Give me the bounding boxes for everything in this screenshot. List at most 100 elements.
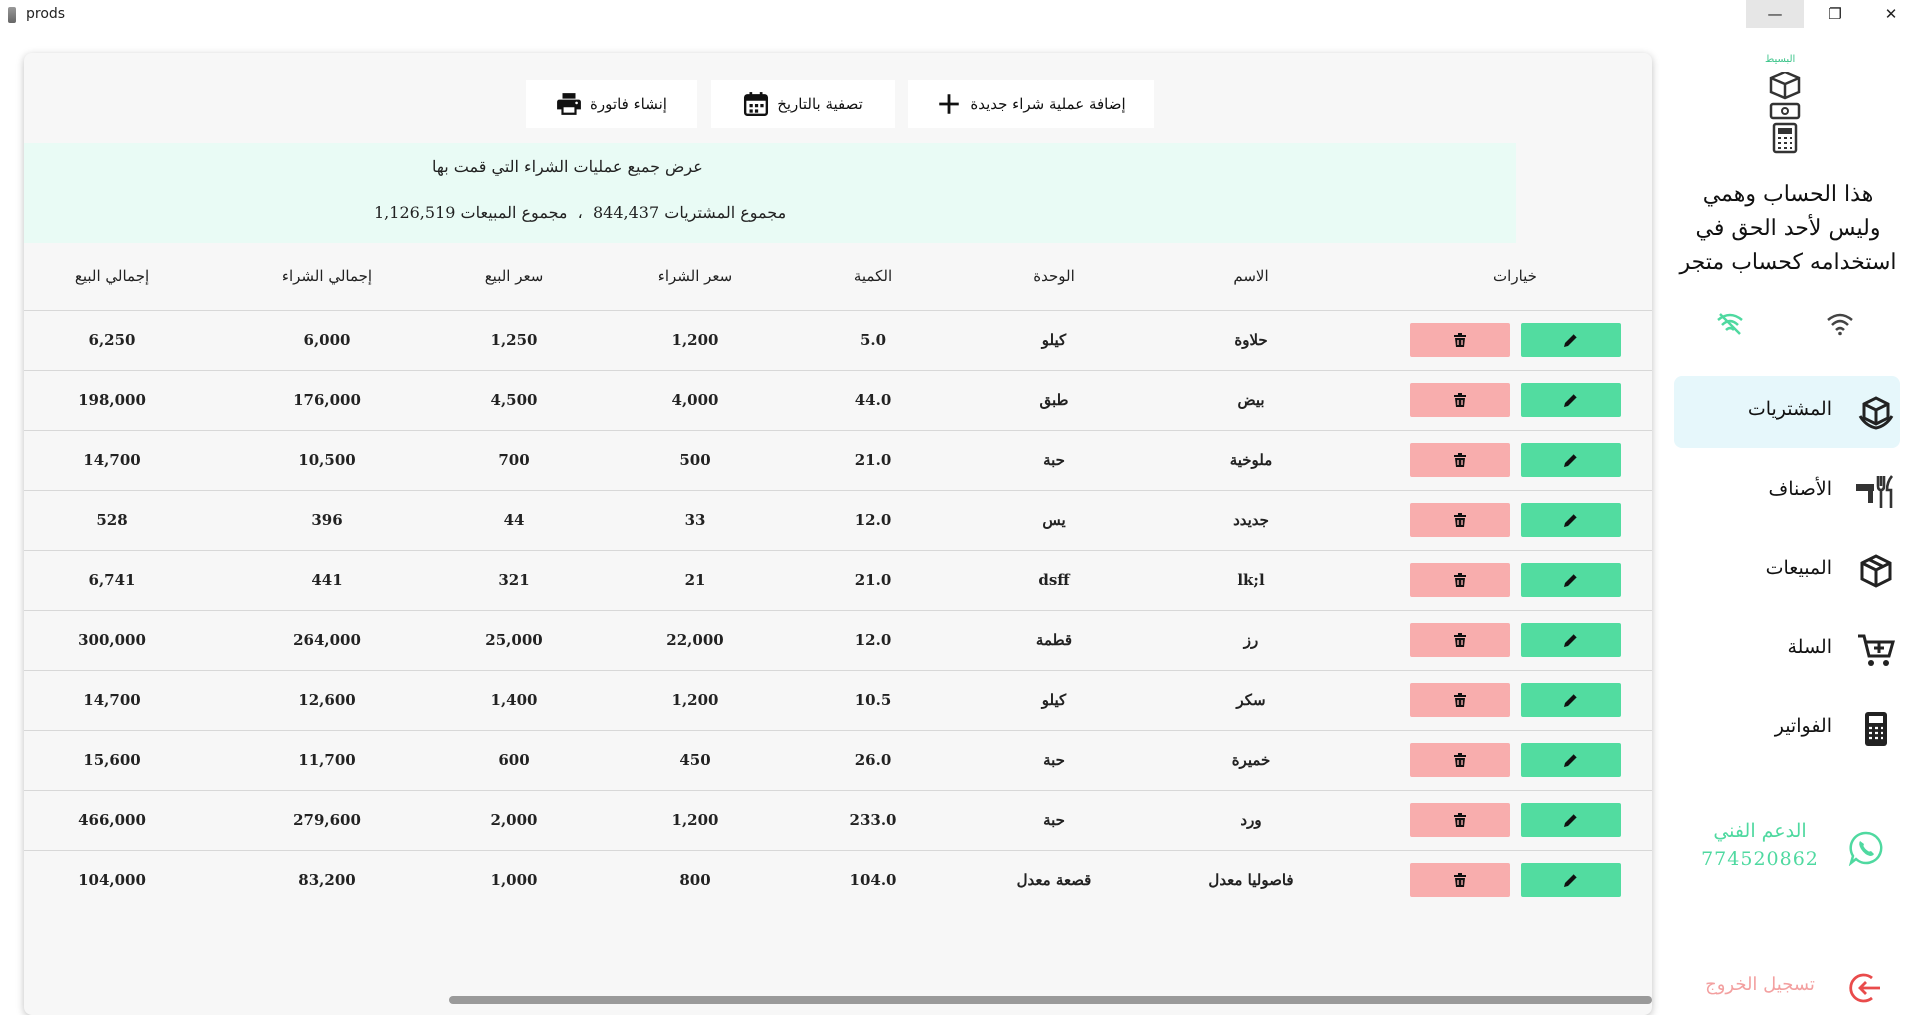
demo-account-notice: هذا الحساب وهمي وليس لأحد الحق في استخدا…: [1679, 182, 1897, 275]
minimize-button[interactable]: —: [1746, 0, 1804, 28]
cell-sell-price: 600: [498, 751, 530, 769]
delete-button[interactable]: [1410, 803, 1510, 837]
cell-qty: 104.0: [849, 871, 897, 889]
nav-item-categories[interactable]: الأصناف: [1674, 456, 1900, 528]
trash-icon: [1454, 693, 1466, 707]
cell-unit: حبة: [1043, 811, 1065, 829]
nav-item-invoices[interactable]: الفواتير: [1674, 693, 1900, 765]
table-row: رز قطمة 12.0 22,000 25,000 264,000 300,000: [24, 611, 1652, 671]
cell-name: ورد: [1240, 811, 1262, 829]
purchases-total-value: 844,437: [592, 203, 660, 222]
delete-button[interactable]: [1410, 323, 1510, 357]
pencil-icon: [1564, 573, 1578, 587]
nav-item-cart[interactable]: السلة: [1674, 614, 1900, 686]
cell-buy-price: 33: [684, 511, 706, 529]
cell-buy-total: 12,600: [298, 691, 356, 709]
store-logo-icon: [1769, 72, 1801, 154]
logout-button[interactable]: تسجيل الخروج: [1690, 970, 1890, 1010]
cell-buy-price: 1,200: [671, 811, 719, 829]
cell-qty: 233.0: [849, 811, 897, 829]
cell-name: حلاوة: [1234, 331, 1268, 349]
sales-box-icon: [1860, 554, 1892, 588]
delete-button[interactable]: [1410, 863, 1510, 897]
trash-icon: [1454, 453, 1466, 467]
cell-sell-price: 25,000: [485, 631, 543, 649]
filter-by-date-button[interactable]: تصفية بالتاريخ: [711, 80, 895, 128]
trash-icon: [1454, 333, 1466, 347]
edit-button[interactable]: [1521, 563, 1621, 597]
header-unit: الوحدة: [1033, 267, 1075, 285]
cell-unit: طبق: [1039, 391, 1069, 409]
horizontal-scrollbar[interactable]: [24, 993, 1652, 1005]
nav-item-purchases[interactable]: المشتريات: [1674, 376, 1900, 448]
summary-banner: عرض جميع عمليات الشراء التي قمت بها مجمو…: [24, 143, 1516, 243]
header-name: الاسم: [1233, 267, 1269, 285]
whatsapp-icon: [1848, 831, 1883, 866]
delete-button[interactable]: [1410, 503, 1510, 537]
table-row: جديدد يس 12.0 33 44 396 528: [24, 491, 1652, 551]
logout-label: تسجيل الخروج: [1705, 974, 1815, 995]
delete-button[interactable]: [1410, 443, 1510, 477]
delete-button[interactable]: [1410, 563, 1510, 597]
cell-buy-total: 11,700: [298, 751, 356, 769]
table-row: lk;l dsff 21.0 21 321 441 6,741: [24, 551, 1652, 611]
cell-sell-price: 1,000: [490, 871, 538, 889]
tech-support[interactable]: الدعم الفني 774520862: [1690, 820, 1890, 890]
cell-sell-total: 300,000: [78, 631, 146, 649]
delete-button[interactable]: [1410, 623, 1510, 657]
maximize-button[interactable]: ❐: [1806, 0, 1864, 28]
cell-sell-price: 1,400: [490, 691, 538, 709]
table-row: خميرة حبة 26.0 450 600 11,700 15,600: [24, 731, 1652, 791]
delete-button[interactable]: [1410, 683, 1510, 717]
cell-qty: 5.0: [859, 331, 887, 349]
pencil-icon: [1564, 693, 1578, 707]
trash-icon: [1454, 393, 1466, 407]
cell-sell-total: 6,250: [88, 331, 136, 349]
cell-unit: قصعة معدل: [1016, 871, 1092, 889]
pencil-icon: [1564, 513, 1578, 527]
purchases-panel: إنشاء فاتورة تصفية بالتاريخ إضافة عملية …: [24, 53, 1652, 1015]
edit-button[interactable]: [1521, 383, 1621, 417]
cell-qty: 26.0: [854, 751, 892, 769]
pencil-icon: [1564, 813, 1578, 827]
edit-button[interactable]: [1521, 323, 1621, 357]
edit-button[interactable]: [1521, 803, 1621, 837]
close-button[interactable]: ✕: [1862, 0, 1920, 28]
create-invoice-button[interactable]: إنشاء فاتورة: [526, 80, 697, 128]
cell-qty: 12.0: [854, 631, 892, 649]
logout-icon: [1849, 973, 1880, 1003]
header-buy-total: إجمالي الشراء: [281, 267, 373, 285]
create-invoice-label: إنشاء فاتورة: [590, 95, 667, 113]
cell-buy-price: 21: [684, 571, 706, 589]
filter-by-date-label: تصفية بالتاريخ: [777, 95, 863, 113]
edit-button[interactable]: [1521, 863, 1621, 897]
summary-totals: مجموع المشتريات 844,437 ، مجموع المبيعات…: [374, 203, 786, 222]
cell-buy-price: 1,200: [671, 331, 719, 349]
edit-button[interactable]: [1521, 683, 1621, 717]
trash-icon: [1454, 753, 1466, 767]
nav-label-categories: الأصناف: [1768, 478, 1832, 500]
cell-sell-price: 44: [503, 511, 525, 529]
delete-button[interactable]: [1410, 743, 1510, 777]
table-row: ورد حبة 233.0 1,200 2,000 279,600 466,000: [24, 791, 1652, 851]
cell-buy-total: 279,600: [293, 811, 361, 829]
nav-item-sales[interactable]: المبيعات: [1674, 535, 1900, 607]
header-options: خيارات: [1493, 267, 1537, 285]
edit-button[interactable]: [1521, 623, 1621, 657]
cell-sell-total: 198,000: [78, 391, 146, 409]
edit-button[interactable]: [1521, 743, 1621, 777]
scrollbar-thumb[interactable]: [449, 996, 1652, 1004]
sales-total-label: مجموع المبيعات: [460, 203, 568, 222]
cell-unit: كيلو: [1041, 331, 1067, 349]
cell-unit: يس: [1042, 511, 1066, 529]
pencil-icon: [1564, 633, 1578, 647]
cell-unit: حبة: [1043, 451, 1065, 469]
edit-button[interactable]: [1521, 503, 1621, 537]
cell-qty: 10.5: [854, 691, 892, 709]
add-purchase-button[interactable]: إضافة عملية شراء جديدة: [908, 80, 1154, 128]
cell-sell-price: 700: [498, 451, 530, 469]
cell-buy-total: 83,200: [298, 871, 356, 889]
cell-qty: 21.0: [854, 571, 892, 589]
edit-button[interactable]: [1521, 443, 1621, 477]
delete-button[interactable]: [1410, 383, 1510, 417]
